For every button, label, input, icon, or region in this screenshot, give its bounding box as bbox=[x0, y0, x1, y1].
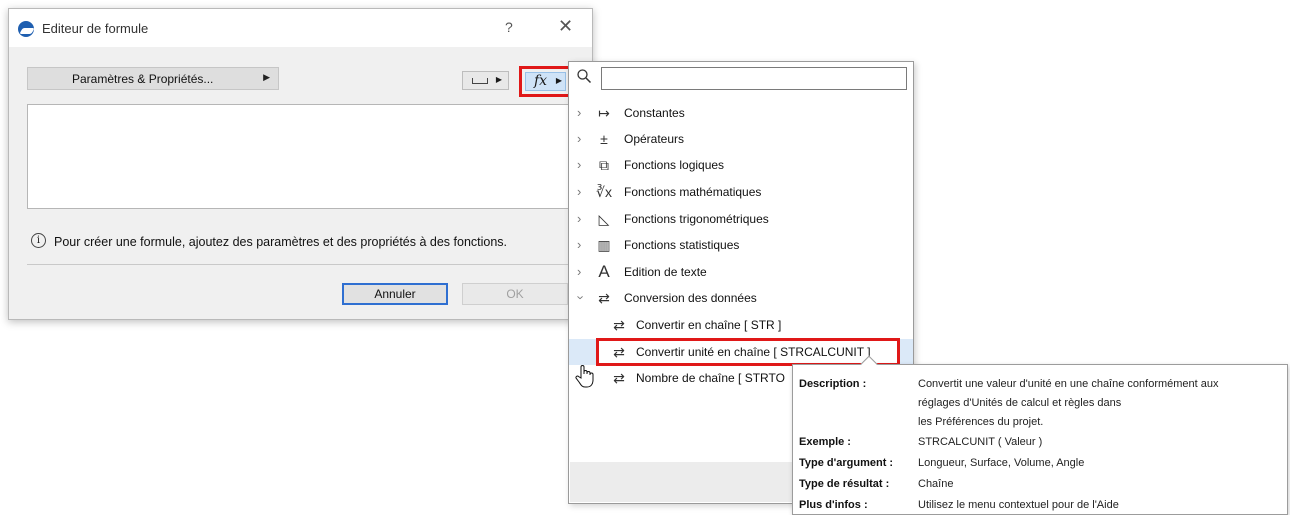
chevron-right-icon: › bbox=[577, 105, 582, 120]
chevron-right-icon: › bbox=[577, 157, 582, 172]
constants-icon: ↦ bbox=[598, 105, 610, 121]
category-label: Constantes bbox=[624, 106, 685, 120]
letter-a-icon: A bbox=[598, 262, 610, 281]
category-constants[interactable]: › ↦ Constantes bbox=[569, 100, 913, 126]
parameters-properties-label: Paramètres & Propriétés... bbox=[72, 72, 214, 86]
category-label: Fonctions logiques bbox=[624, 158, 725, 172]
info-message: Pour créer une formule, ajoutez des para… bbox=[54, 235, 508, 249]
category-text-editing[interactable]: › A Edition de texte bbox=[569, 259, 913, 285]
functions-button[interactable]: fx ▶ bbox=[525, 72, 566, 91]
chevron-right-icon: › bbox=[577, 131, 582, 146]
functions-button-highlight[interactable]: fx ▶ bbox=[519, 66, 572, 97]
app-logo-icon bbox=[18, 21, 34, 37]
category-operators[interactable]: › ± Opérateurs bbox=[569, 126, 913, 152]
help-button[interactable]: ? bbox=[505, 19, 513, 35]
description-line-2: réglages d'Unités de calcul et règles da… bbox=[918, 397, 1122, 409]
function-item-strcalcunit[interactable]: ⇄ Convertir unité en chaîne [ STRCALCUNI… bbox=[569, 338, 913, 366]
cancel-button[interactable]: Annuler bbox=[342, 283, 448, 305]
divider bbox=[27, 264, 571, 265]
chevron-right-icon: › bbox=[577, 184, 582, 199]
category-label: Fonctions statistiques bbox=[624, 238, 740, 252]
argument-type-key: Type d'argument : bbox=[799, 457, 894, 469]
category-stats-functions[interactable]: › ▥ Fonctions statistiques bbox=[569, 232, 913, 258]
category-label: Conversion des données bbox=[624, 291, 757, 305]
result-type-value: Chaîne bbox=[918, 478, 954, 490]
more-info-key: Plus d'infos : bbox=[799, 499, 868, 511]
category-label: Edition de texte bbox=[624, 265, 707, 279]
chevron-down-icon: › bbox=[573, 295, 589, 300]
parameters-properties-button[interactable]: Paramètres & Propriétés... ▶ bbox=[27, 67, 279, 90]
conversion-icon: ⇄ bbox=[613, 344, 625, 360]
category-math-functions[interactable]: › ∛x Fonctions mathématiques bbox=[569, 179, 913, 205]
more-info-value: Utilisez le menu contextuel pour de l'Ai… bbox=[918, 499, 1119, 511]
caret-right-icon: ▶ bbox=[555, 76, 562, 85]
category-logic-functions[interactable]: › ⧉ Fonctions logiques bbox=[569, 152, 913, 178]
description-line-3: les Préférences du projet. bbox=[918, 416, 1044, 428]
example-value: STRCALCUNIT ( Valeur ) bbox=[918, 436, 1043, 448]
caret-right-icon: ▶ bbox=[495, 75, 502, 84]
caret-right-icon: ▶ bbox=[263, 72, 270, 82]
logic-puzzle-icon: ⧉ bbox=[599, 157, 609, 173]
title-bar: Editeur de formule ? ✕ bbox=[9, 9, 592, 47]
formula-editor-dialog: Editeur de formule ? ✕ Paramètres & Prop… bbox=[8, 8, 593, 320]
function-label: Convertir en chaîne [ STR ] bbox=[636, 318, 782, 332]
root-x-icon: ∛x bbox=[596, 184, 612, 200]
function-label: Convertir unité en chaîne [ STRCALCUNIT … bbox=[636, 345, 871, 359]
ruler-icon bbox=[472, 78, 488, 84]
function-label: Nombre de chaîne [ STRTO bbox=[636, 371, 785, 385]
category-label: Fonctions mathématiques bbox=[624, 185, 762, 199]
argument-type-value: Longueur, Surface, Volume, Angle bbox=[918, 457, 1085, 469]
chevron-right-icon: › bbox=[577, 211, 582, 226]
category-data-conversion[interactable]: › ⇄ Conversion des données bbox=[569, 285, 913, 311]
description-line-1: Convertit une valeur d'unité en une chaî… bbox=[918, 378, 1219, 390]
statistics-bars-icon: ▥ bbox=[597, 237, 611, 253]
dialog-title: Editeur de formule bbox=[42, 21, 149, 36]
category-trig-functions[interactable]: › ◺ Fonctions trigonométriques bbox=[569, 206, 913, 232]
conversion-icon: ⇄ bbox=[613, 317, 625, 333]
conversion-icon: ⇄ bbox=[613, 370, 625, 386]
description-key: Description : bbox=[799, 378, 867, 390]
function-item-str[interactable]: ⇄ Convertir en chaîne [ STR ] bbox=[569, 312, 913, 338]
function-fx-icon: fx bbox=[534, 73, 548, 89]
hand-cursor-icon bbox=[575, 365, 594, 388]
category-label: Fonctions trigonométriques bbox=[624, 212, 769, 226]
conversion-icon: ⇄ bbox=[598, 290, 610, 306]
result-type-key: Type de résultat : bbox=[799, 478, 890, 490]
search-icon bbox=[577, 69, 592, 84]
operators-icon: ± bbox=[600, 131, 608, 147]
function-description-tooltip: Description : Convertit une valeur d'uni… bbox=[792, 355, 1288, 515]
close-button[interactable]: ✕ bbox=[558, 16, 573, 37]
category-label: Opérateurs bbox=[624, 132, 685, 146]
search-input[interactable] bbox=[601, 67, 907, 90]
ok-button[interactable]: OK bbox=[462, 283, 568, 305]
example-key: Exemple : bbox=[799, 436, 851, 448]
units-button[interactable]: ▶ bbox=[462, 71, 509, 90]
chevron-right-icon: › bbox=[577, 264, 582, 279]
info-icon: i bbox=[31, 233, 46, 248]
chevron-right-icon: › bbox=[577, 237, 582, 252]
formula-text-area[interactable] bbox=[27, 104, 571, 209]
triangle-angle-icon: ◺ bbox=[598, 211, 610, 227]
